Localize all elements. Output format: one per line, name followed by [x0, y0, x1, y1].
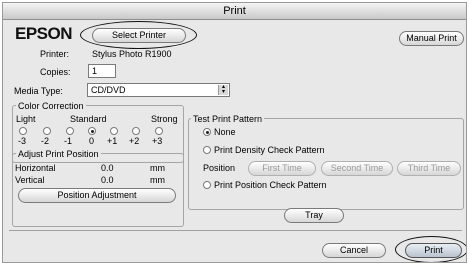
vertical-unit: mm [150, 175, 165, 185]
color-correction-radio-plus3[interactable] [155, 127, 163, 135]
test-print-pattern-title: Test Print Pattern [191, 114, 265, 124]
color-correction-radio-minus1[interactable] [66, 127, 74, 135]
first-time-button[interactable]: First Time [248, 161, 316, 176]
color-correction-value-minus1: -1 [64, 136, 73, 146]
horizontal-value: 0.0 [101, 163, 114, 173]
bottom-separator [9, 230, 462, 231]
test-pattern-label-position: Print Position Check Pattern [214, 180, 327, 190]
position-adjustment-button[interactable]: Position Adjustment [18, 188, 176, 203]
test-pattern-radio-none[interactable] [203, 128, 211, 136]
color-correction-value-plus3: +3 [152, 136, 163, 146]
print-dialog: Print EPSON Select Printer Manual Print … [2, 2, 467, 263]
tray-button[interactable]: Tray [284, 208, 344, 223]
test-pattern-radio-position[interactable] [203, 181, 211, 189]
test-pattern-label-density: Print Density Check Pattern [214, 145, 325, 155]
media-type-label: Media Type: [14, 86, 63, 96]
color-correction-radio-minus3[interactable] [19, 127, 27, 135]
adjust-print-position-title: Adjust Print Position [16, 149, 101, 159]
scale-label-light: Light [16, 114, 36, 124]
color-correction-value-minus2: -2 [41, 136, 50, 146]
cancel-button[interactable]: Cancel [322, 243, 386, 258]
color-correction-value-plus1: +1 [107, 136, 118, 146]
test-pattern-radio-density[interactable] [203, 146, 211, 154]
second-time-button[interactable]: Second Time [321, 161, 393, 176]
color-correction-radio-0[interactable] [88, 127, 96, 135]
chevron-updown-icon: ▴ ▾ [218, 84, 228, 95]
position-label: Position [203, 163, 236, 173]
color-correction-title: Color Correction [16, 101, 86, 111]
color-correction-value-0: 0 [89, 136, 95, 146]
third-time-button[interactable]: Third Time [397, 161, 461, 176]
copies-input[interactable]: 1 [88, 64, 116, 78]
epson-logo: EPSON [15, 24, 73, 43]
media-type-value: CD/DVD [91, 85, 126, 95]
color-correction-radio-plus2[interactable] [132, 127, 140, 135]
media-type-select[interactable]: CD/DVD ▴ ▾ [87, 83, 230, 97]
scale-label-standard: Standard [70, 114, 107, 124]
color-correction-value-minus3: -3 [18, 136, 27, 146]
print-highlight-circle [395, 236, 466, 262]
manual-print-button[interactable]: Manual Print [399, 31, 464, 46]
copies-label: Copies: [40, 67, 71, 77]
color-correction-radio-plus1[interactable] [110, 127, 118, 135]
color-correction-value-plus2: +2 [129, 136, 140, 146]
select-printer-highlight-circle [80, 21, 197, 49]
test-pattern-label-none: None [214, 127, 236, 137]
printer-name: Stylus Photo R1900 [92, 49, 172, 59]
horizontal-unit: mm [150, 163, 165, 173]
printer-label: Printer: [40, 49, 70, 59]
vertical-value: 0.0 [101, 175, 114, 185]
scale-label-strong: Strong [151, 114, 178, 124]
horizontal-label: Horizontal [15, 163, 56, 173]
vertical-label: Vertical [15, 175, 45, 185]
color-correction-radio-minus2[interactable] [43, 127, 51, 135]
window-title: Print [3, 3, 466, 20]
